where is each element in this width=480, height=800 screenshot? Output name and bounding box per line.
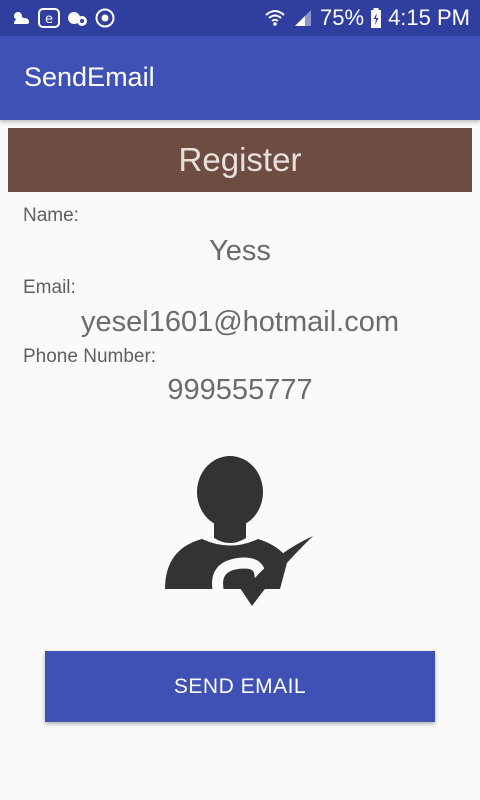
- name-value: Yess: [209, 235, 271, 267]
- status-icons-right: 75% 4:15 PM: [264, 0, 470, 36]
- app-bar: SendEmail: [0, 36, 480, 120]
- status-icons-left: e: [10, 8, 116, 28]
- user-check-icon: [160, 452, 320, 612]
- weather-icon: [10, 8, 32, 28]
- email-value: yesel1601@hotmail.com: [81, 306, 399, 338]
- browser-icon: e: [38, 8, 60, 28]
- wifi-icon: [264, 8, 286, 28]
- status-time: 4:15 PM: [388, 5, 470, 30]
- status-bar: e 75% 4:15 PM: [0, 0, 480, 36]
- battery-icon: [370, 8, 382, 28]
- send-email-button[interactable]: SEND EMAIL: [45, 651, 435, 722]
- notification-icon: [66, 8, 88, 28]
- chrome-icon: [94, 8, 116, 28]
- battery-percent: 75%: [320, 5, 365, 30]
- register-header: Register: [8, 128, 472, 192]
- phone-value: 999555777: [167, 374, 313, 406]
- phone-label: Phone Number:: [23, 346, 157, 367]
- signal-icon: [292, 8, 314, 28]
- email-label: Email:: [23, 277, 76, 298]
- app-title: SendEmail: [24, 62, 155, 92]
- name-label: Name:: [23, 205, 79, 226]
- svg-text:e: e: [45, 12, 53, 27]
